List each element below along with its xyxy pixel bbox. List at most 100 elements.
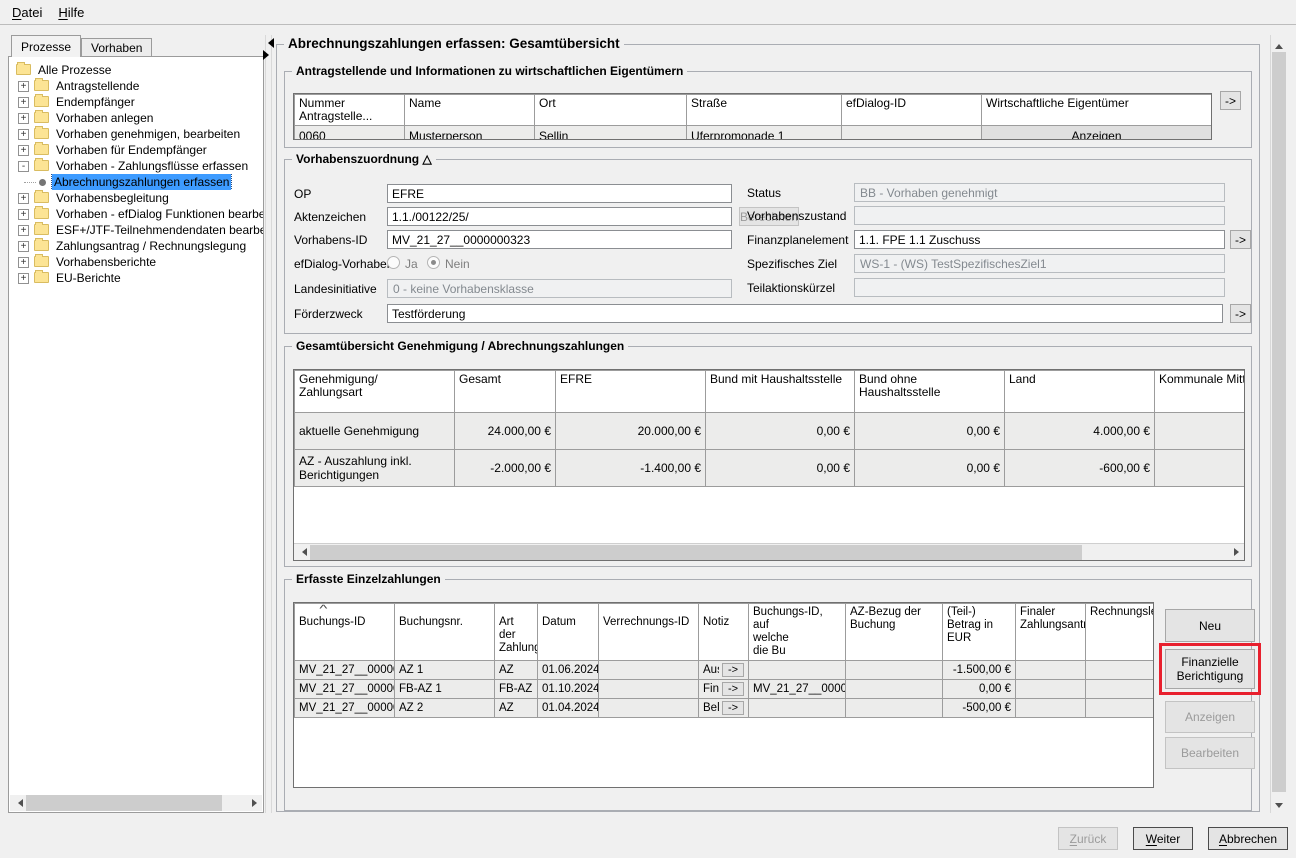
col-name[interactable]: Name — [405, 95, 535, 126]
col-datum[interactable]: Datum — [538, 604, 599, 661]
notiz-open-button[interactable]: -> — [722, 701, 744, 715]
col-buchungsnr[interactable]: Buchungsnr. — [395, 604, 495, 661]
antragstellende-row[interactable]: 0060 Musterperson Sellin Uferpromonade 1… — [295, 126, 1212, 141]
expand-plus-icon[interactable]: + — [18, 241, 29, 252]
tree-item-efdialog-funktionen[interactable]: + Vorhaben - efDialog Funktionen bearbei… — [9, 206, 263, 222]
finanzplanelement-goto-button[interactable]: -> — [1230, 230, 1251, 249]
antragstellende-goto-button[interactable]: -> — [1220, 91, 1241, 110]
cell-buchungs-id[interactable]: MV_21_27__000000 — [295, 680, 395, 699]
cell-notiz[interactable]: Aus-> — [699, 661, 749, 680]
cell-datum[interactable]: 01.06.2024 — [538, 661, 599, 680]
col-genehmigung-zahlungsart[interactable]: Genehmigung/ Zahlungsart — [295, 371, 455, 413]
anzeigen-cell-button[interactable]: Anzeigen — [982, 126, 1212, 141]
cell-verrechnung[interactable] — [599, 661, 699, 680]
cell-notiz[interactable]: Bele-> — [699, 699, 749, 718]
op-field[interactable]: EFRE — [387, 184, 732, 203]
tree-item-endempfaenger[interactable]: + Endempfänger — [9, 94, 263, 110]
anzeigen-button[interactable]: Anzeigen — [1165, 701, 1255, 733]
cell-nummer[interactable]: 0060 — [295, 126, 405, 141]
col-wirtschaftliche-eigentuemer[interactable]: Wirtschaftliche Eigentümer — [982, 95, 1212, 126]
panel-splitter[interactable] — [265, 35, 272, 813]
tree-item-vorhaben-endempfaenger[interactable]: + Vorhaben für Endempfänger — [9, 142, 263, 158]
aktenzeichen-field[interactable]: 1.1./00122/25/ — [387, 207, 732, 226]
expand-plus-icon[interactable]: + — [18, 81, 29, 92]
gesamt-scroll-thumb[interactable] — [310, 545, 1082, 560]
scroll-down-icon[interactable] — [1271, 797, 1287, 813]
cell-datum[interactable]: 01.10.2024 — [538, 680, 599, 699]
tree-item-zahlungsfluesse[interactable]: - Vorhaben - Zahlungsflüsse erfassen — [9, 158, 263, 174]
cell-rechnung[interactable] — [1086, 680, 1155, 699]
cell-buchungs-id[interactable]: MV_21_27__000000 — [295, 661, 395, 680]
col-efre[interactable]: EFRE — [556, 371, 706, 413]
tree-item-abrechnungszahlungen-selected[interactable]: Abrechnungszahlungen erfassen — [9, 174, 263, 190]
cell-betrag[interactable]: -1.500,00 € — [943, 661, 1016, 680]
expand-plus-icon[interactable]: + — [18, 193, 29, 204]
col-finaler-zahlungsantrag[interactable]: Finaler Zahlungsantra — [1016, 604, 1086, 661]
expand-plus-icon[interactable]: + — [18, 113, 29, 124]
col-az-bezug[interactable]: AZ-Bezug der Buchung — [846, 604, 943, 661]
cell-buchungs-id[interactable]: MV_21_27__000000 — [295, 699, 395, 718]
tree-horizontal-scrollbar[interactable] — [10, 795, 262, 811]
cell-art[interactable]: AZ — [495, 661, 538, 680]
expand-plus-icon[interactable]: + — [18, 225, 29, 236]
col-nummer-antragstellende[interactable]: Nummer Antragstelle... — [295, 95, 405, 126]
zurueck-button[interactable]: Zurück — [1058, 827, 1118, 850]
col-kommunale-mittel[interactable]: Kommunale Mittel — [1155, 371, 1246, 413]
tree-item-antragstellende[interactable]: + Antragstellende — [9, 78, 263, 94]
col-gesamt[interactable]: Gesamt — [455, 371, 556, 413]
main-vertical-scrollbar[interactable] — [1270, 35, 1287, 813]
finanzielle-berichtigung-button[interactable]: Finanzielle Berichtigung — [1165, 649, 1255, 689]
cell-final[interactable] — [1016, 680, 1086, 699]
cell-art[interactable]: AZ — [495, 699, 538, 718]
col-buchungs-id[interactable]: ^Buchungs-ID — [295, 604, 395, 661]
tab-vorhaben[interactable]: Vorhaben — [81, 38, 152, 57]
tab-prozesse[interactable]: Prozesse — [11, 35, 81, 57]
tree-item-eu-berichte[interactable]: + EU-Berichte — [9, 270, 263, 286]
einzelzahlung-row-2[interactable]: MV_21_27__000000 FB-AZ 1 FB-AZ 01.10.202… — [295, 680, 1155, 699]
cell-datum[interactable]: 01.04.2024 — [538, 699, 599, 718]
tree-root[interactable]: Alle Prozesse — [9, 62, 263, 78]
tree-scroll-thumb[interactable] — [26, 795, 222, 811]
col-efdialog-id[interactable]: efDialog-ID — [842, 95, 982, 126]
cell-buchungsnr[interactable]: FB-AZ 1 — [395, 680, 495, 699]
scroll-up-icon[interactable] — [1271, 35, 1287, 51]
weiter-button[interactable]: Weiter — [1133, 827, 1193, 850]
cell-strasse[interactable]: Uferpromonade 1 — [687, 126, 842, 141]
col-teilbetrag[interactable]: (Teil-) Betrag in EUR — [943, 604, 1016, 661]
tree-scroll-track[interactable] — [26, 795, 246, 811]
col-rechnungslegung[interactable]: Rechnungsle — [1086, 604, 1155, 661]
splitter-collapse-left-icon[interactable] — [263, 38, 274, 48]
scroll-right-icon[interactable] — [246, 795, 262, 811]
collapse-minus-icon[interactable]: - — [18, 161, 29, 172]
cell-final[interactable] — [1016, 699, 1086, 718]
col-bund-mit-haushaltsstelle[interactable]: Bund mit Haushaltsstelle — [706, 371, 855, 413]
col-ort[interactable]: Ort — [535, 95, 687, 126]
cell-rechnung[interactable] — [1086, 661, 1155, 680]
col-notiz[interactable]: Notiz — [699, 604, 749, 661]
expand-plus-icon[interactable]: + — [18, 209, 29, 220]
col-strasse[interactable]: Straße — [687, 95, 842, 126]
cell-bezug-id[interactable]: MV_21_27__000000 — [749, 680, 846, 699]
tree-item-esf-jtf-daten[interactable]: + ESF+/JTF-Teilnehmendendaten bearbeiten — [9, 222, 263, 238]
einzelzahlung-row-3[interactable]: MV_21_27__000000 AZ 2 AZ 01.04.2024 Bele… — [295, 699, 1155, 718]
cell-ort[interactable]: Sellin — [535, 126, 687, 141]
gesamt-scroll-track[interactable] — [310, 544, 1228, 560]
col-land[interactable]: Land — [1005, 371, 1155, 413]
radio-nein[interactable] — [427, 256, 440, 269]
abbrechen-button[interactable]: Abbrechen — [1208, 827, 1288, 850]
expand-plus-icon[interactable]: + — [18, 145, 29, 156]
col-art-der-zahlung[interactable]: Art der Zahlung — [495, 604, 538, 661]
notiz-open-button[interactable]: -> — [722, 663, 744, 677]
cell-betrag[interactable]: 0,00 € — [943, 680, 1016, 699]
cell-rechnung[interactable] — [1086, 699, 1155, 718]
cell-notiz[interactable]: Fina-> — [699, 680, 749, 699]
cell-verrechnung[interactable] — [599, 680, 699, 699]
spezifisches-ziel-select[interactable]: WS-1 - (WS) TestSpezifischesZiel1 — [854, 254, 1225, 273]
notiz-open-button[interactable]: -> — [722, 682, 744, 696]
status-select[interactable]: BB - Vorhaben genehmigt — [854, 183, 1225, 202]
cell-buchungsnr[interactable]: AZ 2 — [395, 699, 495, 718]
landesinitiative-select[interactable]: 0 - keine Vorhabensklasse — [387, 279, 732, 298]
cell-final[interactable] — [1016, 661, 1086, 680]
teilaktionskuerzel-select[interactable] — [854, 278, 1225, 297]
vorhabens-id-field[interactable]: MV_21_27__0000000323 — [387, 230, 732, 249]
